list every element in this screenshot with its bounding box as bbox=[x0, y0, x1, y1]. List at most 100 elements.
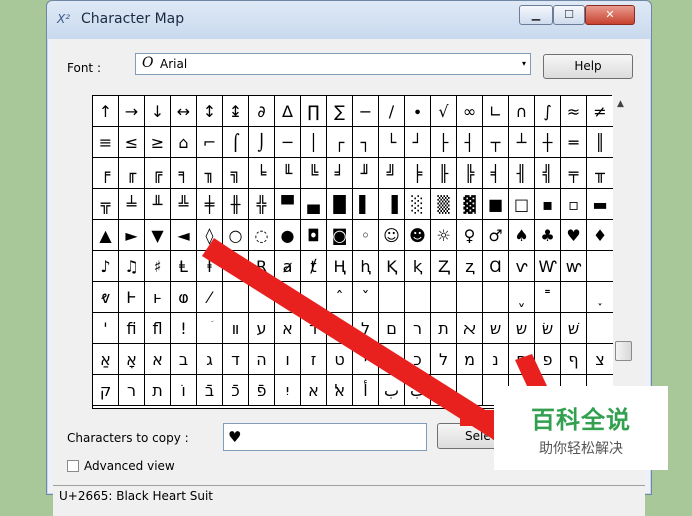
character-cell[interactable]: ⱴ bbox=[93, 282, 119, 313]
character-cell[interactable]: ب bbox=[379, 375, 405, 406]
character-cell[interactable]: ∞ bbox=[457, 96, 483, 127]
character-cell[interactable]: פ bbox=[535, 344, 561, 375]
character-cell[interactable]: ╬ bbox=[249, 189, 275, 220]
character-cell[interactable]: Ⱬ bbox=[431, 251, 457, 282]
character-cell[interactable]: ● bbox=[275, 220, 301, 251]
character-cell[interactable]: Ᵽ bbox=[223, 251, 249, 282]
character-cell[interactable]: מ bbox=[457, 344, 483, 375]
character-cell[interactable]: אַ bbox=[93, 344, 119, 375]
character-cell[interactable]: ▬ bbox=[587, 189, 613, 220]
character-cell[interactable]: ﭏ bbox=[327, 375, 353, 406]
character-cell[interactable]: ˭ bbox=[535, 282, 561, 313]
character-cell[interactable]: ז bbox=[301, 344, 327, 375]
character-cell[interactable]: ╥ bbox=[587, 158, 613, 189]
character-cell[interactable]: ┼ bbox=[535, 127, 561, 158]
character-cell[interactable]: ○ bbox=[223, 220, 249, 251]
character-cell[interactable] bbox=[561, 282, 587, 313]
grid-scrollbar[interactable]: ▲ bbox=[613, 95, 633, 409]
character-cell[interactable] bbox=[223, 282, 249, 313]
advanced-view-checkbox[interactable]: Advanced view bbox=[67, 459, 175, 473]
character-cell[interactable]: נ bbox=[483, 344, 509, 375]
character-cell[interactable]: ◦ bbox=[353, 220, 379, 251]
character-cell[interactable]: ˆ bbox=[327, 282, 353, 313]
character-cell[interactable]: ♪ bbox=[93, 251, 119, 282]
character-cell[interactable]: ר bbox=[119, 375, 145, 406]
character-cell[interactable]: אָ bbox=[119, 344, 145, 375]
character-cell[interactable]: ♀ bbox=[457, 220, 483, 251]
character-cell[interactable]: ⁄ bbox=[197, 282, 223, 313]
character-cell[interactable] bbox=[457, 375, 483, 406]
title-bar[interactable]: X² Character Map ▁ ☐ ✕ bbox=[47, 1, 651, 39]
character-cell[interactable]: ק bbox=[93, 375, 119, 406]
character-cell[interactable]: ▫ bbox=[561, 189, 587, 220]
character-cell[interactable]: Ⱨ bbox=[327, 251, 353, 282]
character-cell[interactable]: ▼ bbox=[145, 220, 171, 251]
character-cell[interactable]: ☻ bbox=[405, 220, 431, 251]
character-cell[interactable]: ╖ bbox=[197, 158, 223, 189]
character-cell[interactable]: ∩ bbox=[509, 96, 535, 127]
character-cell[interactable]: ⌂ bbox=[171, 127, 197, 158]
character-cell[interactable]: ◌ bbox=[249, 220, 275, 251]
character-cell[interactable]: ⱱ bbox=[509, 251, 535, 282]
character-cell[interactable]: ם bbox=[379, 313, 405, 344]
character-cell[interactable]: ☼ bbox=[431, 220, 457, 251]
character-cell[interactable]: שׁ bbox=[561, 313, 587, 344]
character-cell[interactable]: ═ bbox=[561, 127, 587, 158]
character-cell[interactable]: ╤ bbox=[561, 158, 587, 189]
character-cell[interactable] bbox=[587, 251, 613, 282]
character-cell[interactable]: □ bbox=[509, 189, 535, 220]
character-cell[interactable]: ∏ bbox=[301, 96, 327, 127]
character-cell[interactable]: ╛ bbox=[327, 158, 353, 189]
character-cell[interactable]: ע bbox=[249, 313, 275, 344]
character-cell[interactable]: ♠ bbox=[509, 220, 535, 251]
character-cell[interactable]: ≡ bbox=[93, 127, 119, 158]
character-cell[interactable]: ▐ bbox=[379, 189, 405, 220]
character-cell[interactable]: ب bbox=[431, 375, 457, 406]
character-cell[interactable]: ל bbox=[431, 344, 457, 375]
character-cell[interactable]: ▓ bbox=[457, 189, 483, 220]
character-cell[interactable]: װ bbox=[223, 313, 249, 344]
character-cell[interactable]: ! bbox=[171, 313, 197, 344]
character-cell[interactable]: בֿ bbox=[197, 375, 223, 406]
character-cell[interactable]: ש bbox=[483, 313, 509, 344]
character-cell[interactable]: ║ bbox=[587, 127, 613, 158]
character-cell[interactable]: ▌ bbox=[353, 189, 379, 220]
character-cell[interactable]: ך bbox=[379, 344, 405, 375]
character-cell[interactable]: ♯ bbox=[145, 251, 171, 282]
character-cell[interactable]: ♣ bbox=[535, 220, 561, 251]
character-cell[interactable]: ד bbox=[223, 344, 249, 375]
character-cell[interactable]: ˬ bbox=[509, 282, 535, 313]
character-cell[interactable]: ∂ bbox=[249, 96, 275, 127]
character-cell[interactable]: └ bbox=[379, 127, 405, 158]
character-cell[interactable]: Ⱳ bbox=[535, 251, 561, 282]
character-cell[interactable]: ⱶ bbox=[145, 282, 171, 313]
characters-to-copy-field[interactable]: ♥ bbox=[223, 423, 427, 451]
character-cell[interactable]: ﬁ bbox=[119, 313, 145, 344]
character-cell[interactable]: ≠ bbox=[587, 96, 613, 127]
character-cell[interactable]: ╒ bbox=[93, 158, 119, 189]
character-cell[interactable]: ﬂ bbox=[145, 313, 171, 344]
character-cell[interactable]: ╕ bbox=[171, 158, 197, 189]
character-cell[interactable]: ∕ bbox=[379, 96, 405, 127]
character-cell[interactable]: א bbox=[275, 313, 301, 344]
character-cell[interactable]: ▒ bbox=[431, 189, 457, 220]
close-button[interactable]: ✕ bbox=[585, 5, 635, 25]
character-cell[interactable]: ט bbox=[327, 344, 353, 375]
character-cell[interactable]: ▲ bbox=[93, 220, 119, 251]
character-cell[interactable]: ב bbox=[171, 344, 197, 375]
character-cell[interactable]: ؘ bbox=[197, 313, 223, 344]
character-cell[interactable] bbox=[301, 282, 327, 313]
character-cell[interactable]: ╜ bbox=[353, 158, 379, 189]
character-cell[interactable]: ו bbox=[275, 344, 301, 375]
character-cell[interactable]: א bbox=[301, 375, 327, 406]
character-cell[interactable]: ☺ bbox=[379, 220, 405, 251]
character-cell[interactable]: ╣ bbox=[535, 158, 561, 189]
character-cell[interactable]: ┤ bbox=[457, 127, 483, 158]
character-cell[interactable]: ≈ bbox=[561, 96, 587, 127]
character-cell[interactable]: ├ bbox=[431, 127, 457, 158]
character-cell[interactable]: ╪ bbox=[197, 189, 223, 220]
character-cell[interactable]: ▄ bbox=[301, 189, 327, 220]
character-cell[interactable]: ب bbox=[405, 375, 431, 406]
character-cell[interactable]: − bbox=[353, 96, 379, 127]
character-cell[interactable]: █ bbox=[327, 189, 353, 220]
